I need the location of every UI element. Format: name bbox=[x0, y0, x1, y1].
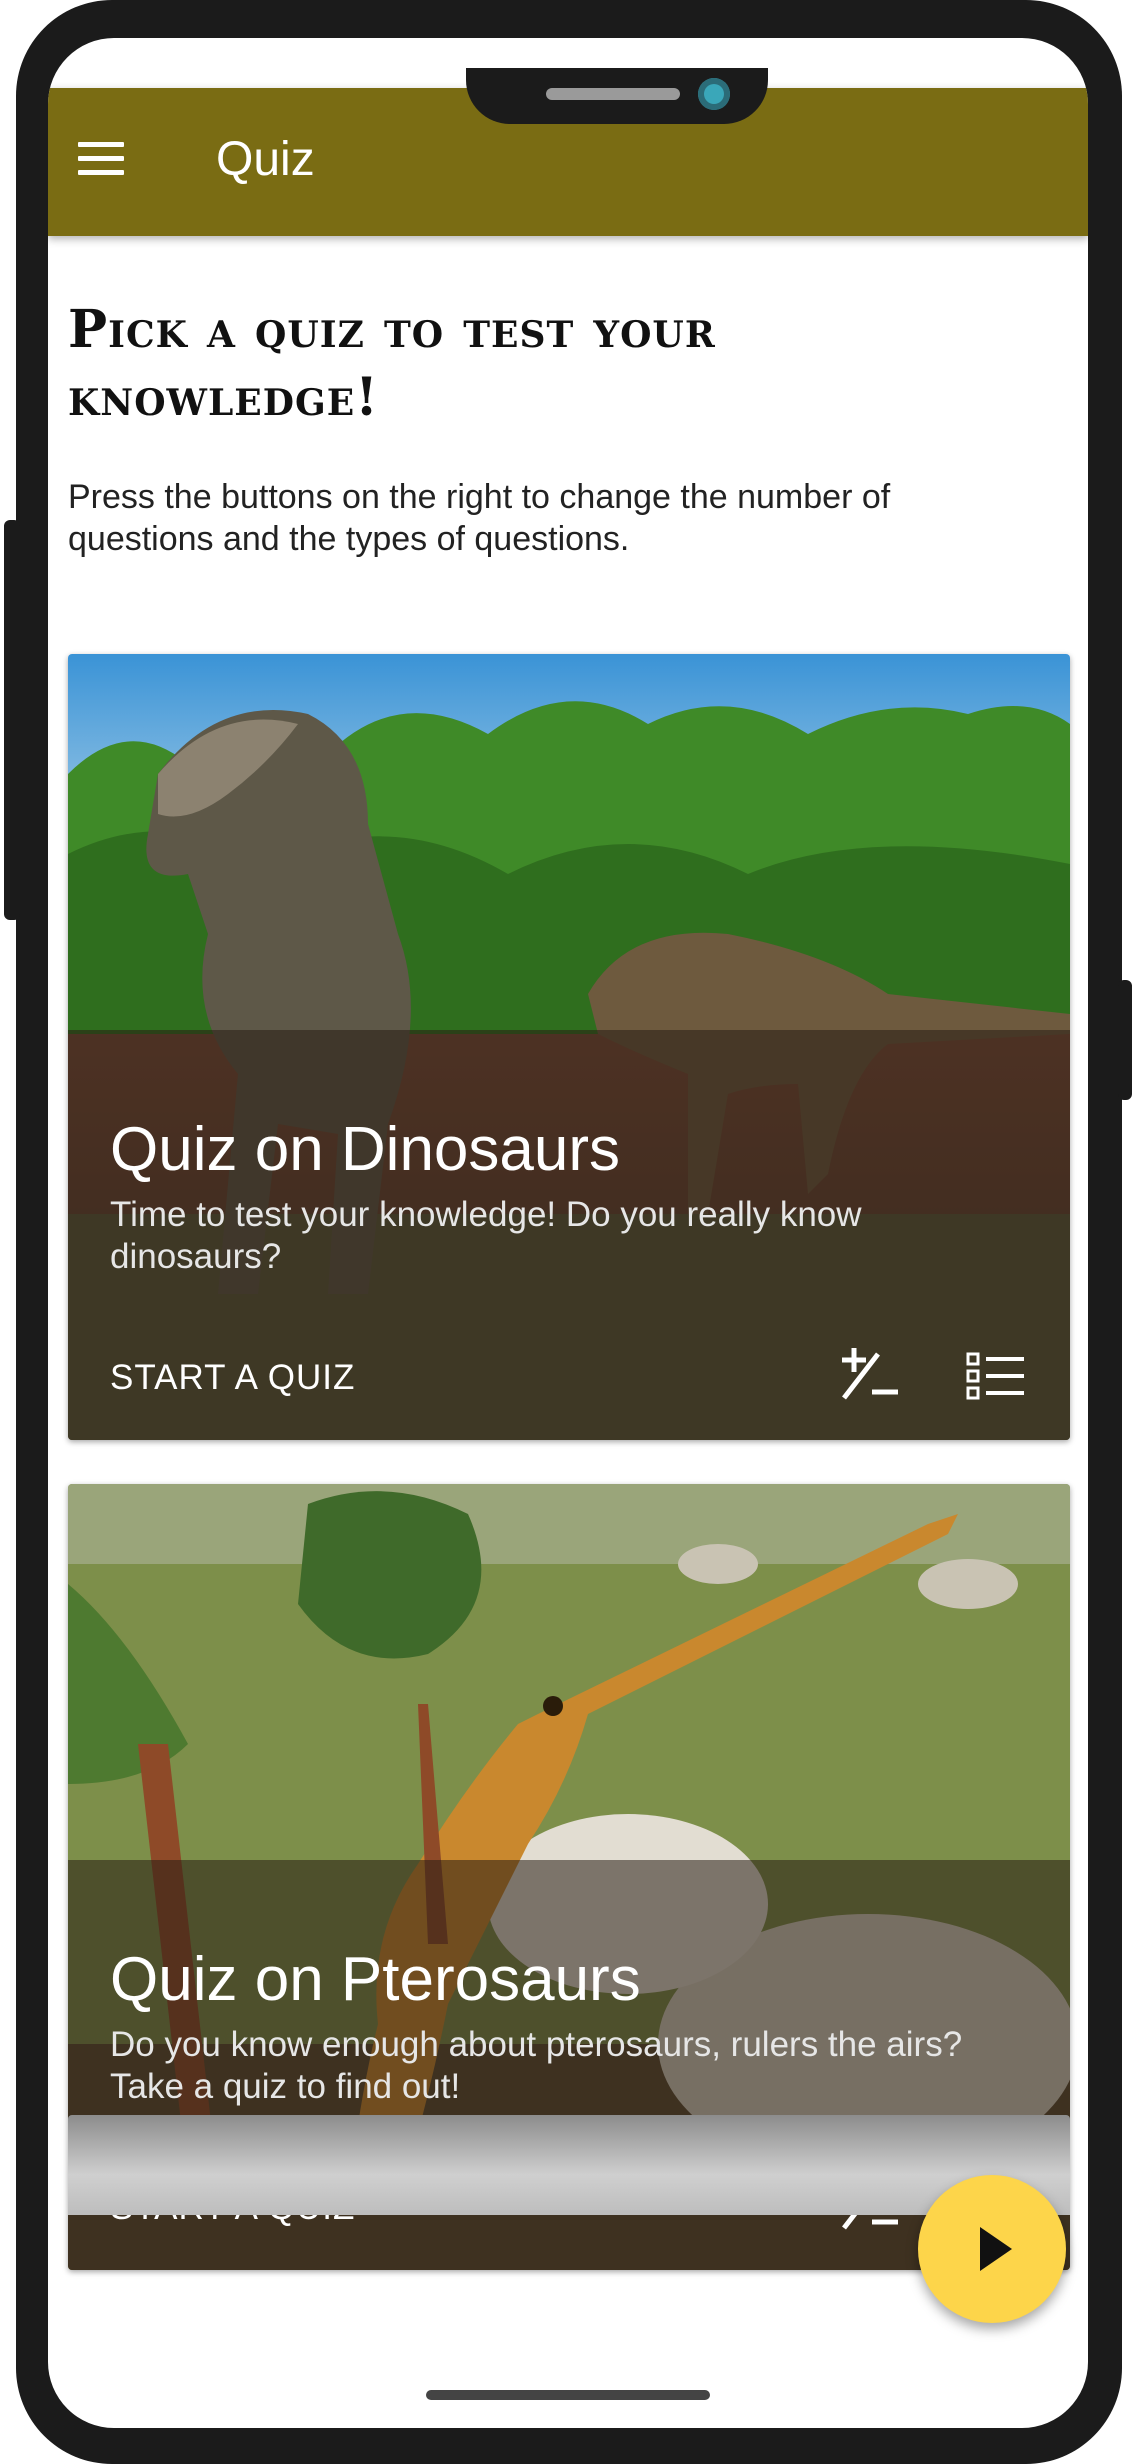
screen: Quiz Pick a quiz to test your knowledge!… bbox=[48, 38, 1088, 2428]
play-icon bbox=[980, 2227, 1012, 2271]
phone-side-button-left bbox=[4, 520, 20, 920]
card-subtitle: Do you know enough about pterosaurs, rul… bbox=[110, 2025, 963, 2106]
card-title: Quiz on Dinosaurs bbox=[110, 1115, 621, 1184]
list-icon[interactable] bbox=[962, 1340, 1032, 1410]
start-quiz-button[interactable]: START A QUIZ bbox=[110, 1358, 355, 1398]
page-heading: Pick a quiz to test your knowledge! bbox=[68, 299, 716, 428]
plus-minus-icon[interactable] bbox=[836, 1340, 906, 1410]
notch bbox=[466, 68, 768, 124]
speaker bbox=[546, 88, 680, 100]
play-fab-button[interactable] bbox=[918, 2175, 1066, 2323]
quiz-card-dinosaurs[interactable]: Quiz on Dinosaurs Time to test your know… bbox=[68, 654, 1070, 1440]
app-bar-title: Quiz bbox=[216, 133, 315, 186]
menu-icon[interactable] bbox=[76, 134, 128, 186]
card-title: Quiz on Pterosaurs bbox=[110, 1945, 641, 2014]
front-camera bbox=[698, 78, 730, 110]
home-indicator[interactable] bbox=[426, 2390, 710, 2400]
phone-side-button-right bbox=[1118, 980, 1132, 1100]
page-description: Press the buttons on the right to change… bbox=[68, 478, 891, 558]
card-subtitle: Time to test your knowledge! Do you real… bbox=[110, 1195, 862, 1276]
